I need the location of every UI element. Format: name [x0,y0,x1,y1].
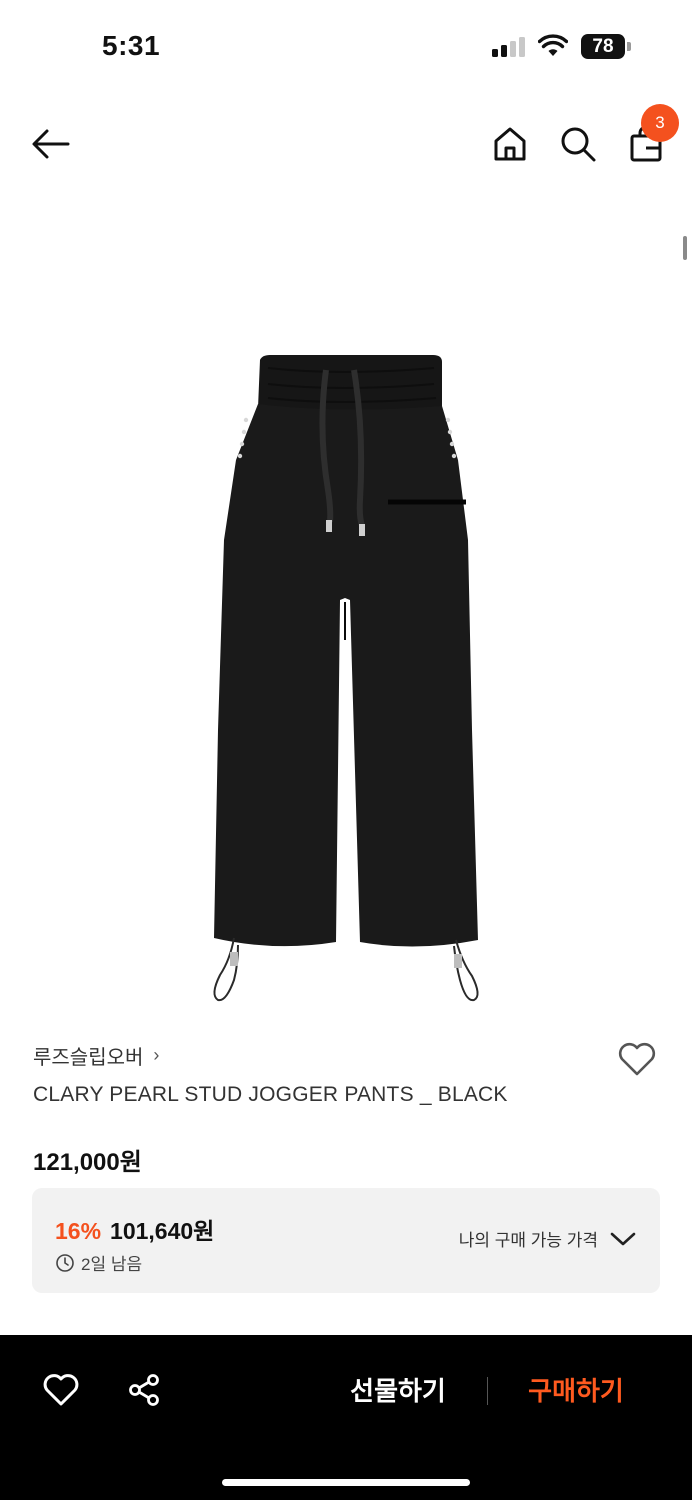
heart-icon[interactable] [43,1373,79,1407]
back-arrow-icon[interactable] [30,124,72,164]
home-icon[interactable] [490,124,530,164]
product-name: CLARY PEARL STUD JOGGER PANTS _ BLACK [33,1083,508,1106]
my-price-toggle[interactable]: 나의 구매 가능 가격 [459,1226,636,1251]
search-icon[interactable] [558,124,598,164]
battery-indicator: 78 [581,34,631,59]
clock-icon [56,1253,74,1272]
gift-button[interactable]: 선물하기 [336,1369,460,1413]
original-price: 121,000원 [33,1149,142,1176]
cellular-signal-icon [492,37,525,57]
divider [487,1377,488,1405]
chevron-right-icon: › [153,1044,160,1065]
home-indicator[interactable] [222,1479,470,1486]
bottom-action-bar: 선물하기 구매하기 [0,1335,692,1500]
scrollbar[interactable] [683,236,687,260]
my-price-label[interactable]: 나의 구매 가능 가격 [459,1226,598,1251]
status-time: 5:31 [102,30,161,61]
battery-tip [627,42,631,51]
product-image[interactable] [190,340,500,1010]
discount-panel[interactable]: 16% 101,640원 2일 남음 나의 구매 가능 가격 [32,1188,660,1293]
status-bar: 5:31 78 [0,0,692,90]
discount-price-row: 16% 101,640원 [55,1212,214,1246]
discount-rate: 16% [55,1218,102,1244]
top-navigation: 3 [0,104,692,180]
time-remaining-text: 2일 남음 [81,1255,143,1274]
brand-link[interactable]: 루즈슬립오버 › [33,1040,159,1070]
battery-level: 78 [581,34,625,59]
chevron-down-icon[interactable] [610,1230,636,1248]
wifi-icon [538,34,568,56]
time-remaining: 2일 남음 [55,1250,142,1275]
buy-button[interactable]: 구매하기 [514,1369,638,1413]
sale-price: 101,640원 [110,1218,215,1244]
cart-count-badge: 3 [641,104,679,142]
heart-icon[interactable] [617,1041,657,1077]
brand-name[interactable]: 루즈슬립오버 [33,1041,143,1070]
share-icon[interactable] [128,1373,160,1407]
